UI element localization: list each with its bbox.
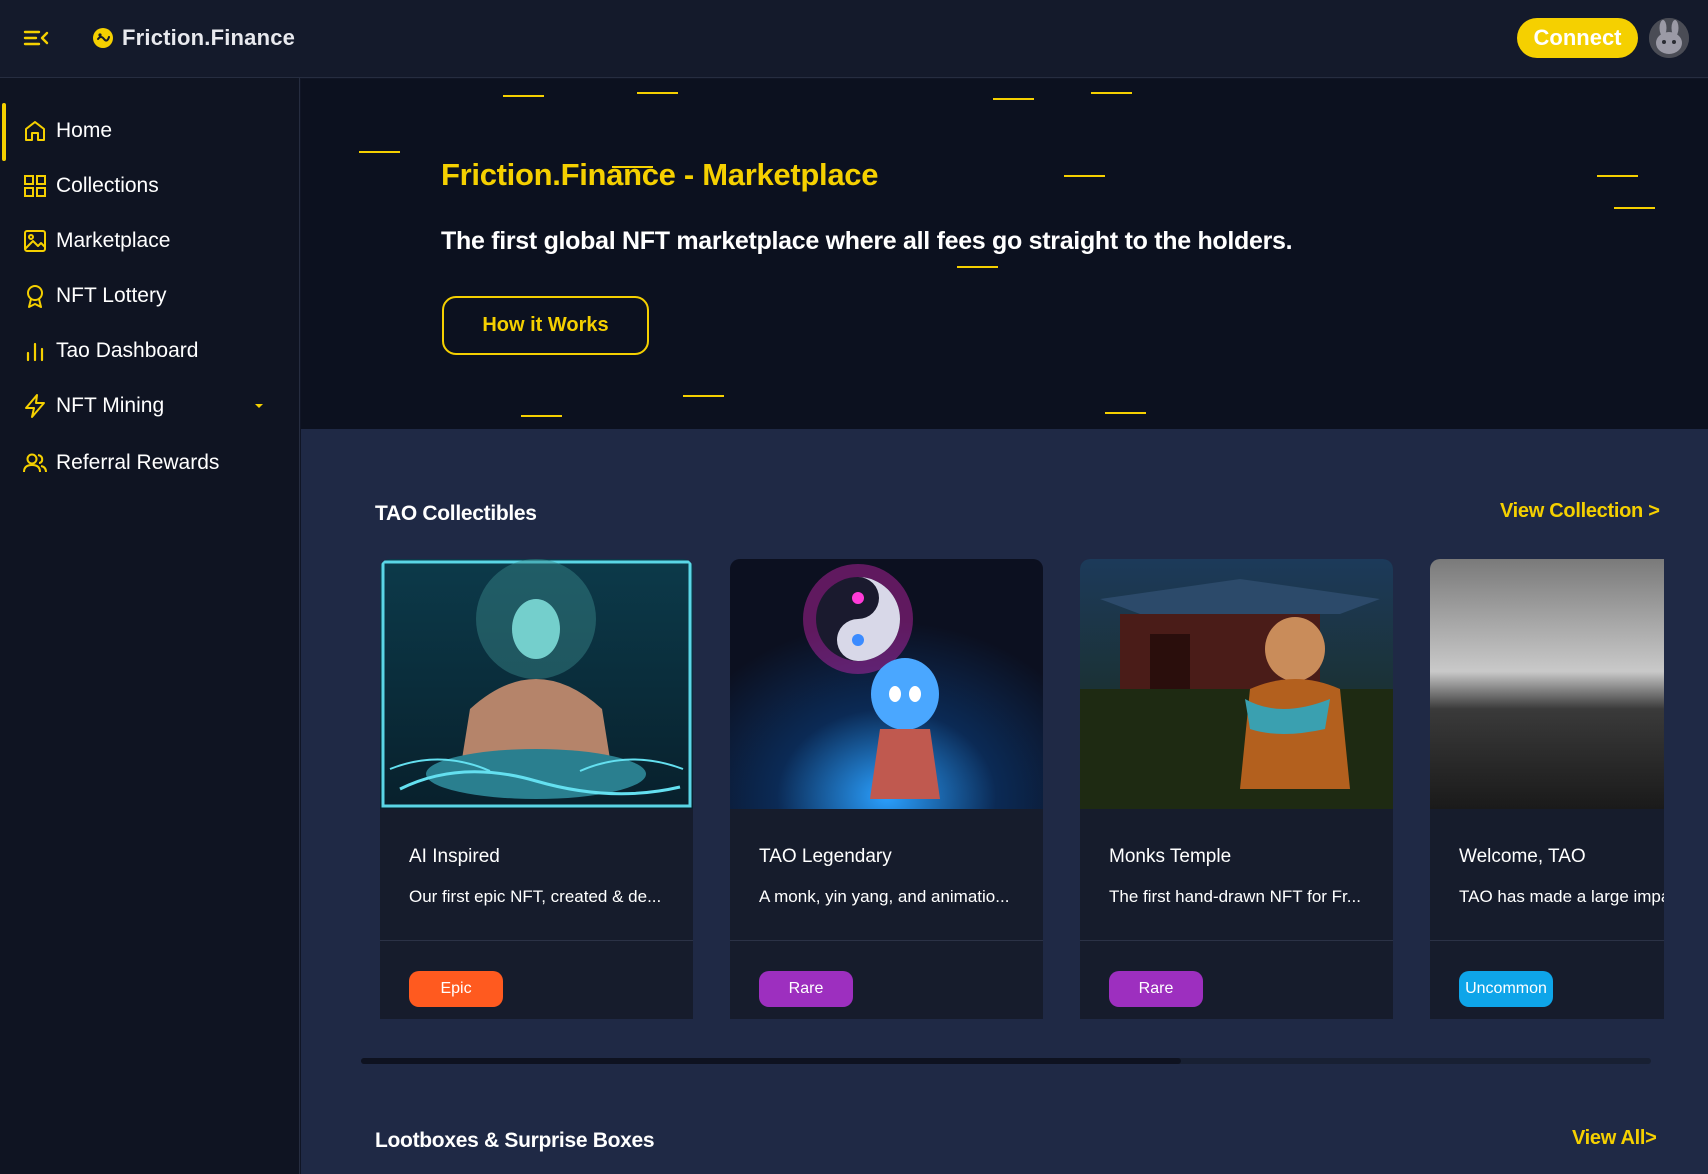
nft-image	[1430, 559, 1664, 809]
sidebar-item-nft-lottery[interactable]: NFT Lottery	[0, 268, 300, 324]
card-divider	[1080, 940, 1393, 941]
decorative-dash	[993, 98, 1034, 100]
nft-card-welcome-tao[interactable]: Welcome, TAO TAO has made a large impa U…	[1430, 559, 1664, 1019]
decorative-dash	[521, 415, 562, 417]
sidebar-item-label: NFT Lottery	[56, 284, 167, 307]
bar-chart-icon	[26, 342, 44, 362]
nft-card-description: The first hand-drawn NFT for Fr...	[1109, 887, 1361, 906]
rarity-badge: Rare	[759, 971, 853, 1007]
brand-logo-icon	[93, 28, 113, 48]
brand[interactable]: Friction.Finance	[92, 22, 295, 54]
sidebar: Home Collections Marketplace NFT Lottery	[0, 78, 300, 1174]
lightning-icon	[25, 394, 45, 418]
decorative-dash	[1105, 412, 1146, 414]
avatar[interactable]	[1649, 18, 1689, 58]
decorative-dash	[637, 92, 678, 94]
card-divider	[380, 940, 693, 941]
rarity-badge: Rare	[1109, 971, 1203, 1007]
carousel-scrollbar[interactable]	[361, 1058, 1651, 1064]
decorative-dash	[503, 95, 544, 97]
sidebar-item-tao-dashboard[interactable]: Tao Dashboard	[0, 323, 300, 379]
sidebar-item-nft-mining[interactable]: NFT Mining	[0, 378, 300, 434]
hero-banner: Friction.Finance - Marketplace The first…	[301, 79, 1708, 429]
sidebar-item-label: Tao Dashboard	[56, 339, 199, 362]
decorative-dash	[1614, 207, 1655, 209]
image-icon	[24, 230, 46, 252]
nft-card-name: Monks Temple	[1109, 846, 1232, 867]
decorative-dash	[1064, 175, 1105, 177]
award-icon	[27, 285, 43, 308]
card-divider	[730, 940, 1043, 941]
nft-image	[1080, 559, 1393, 809]
nft-card-tao-legendary[interactable]: TAO Legendary A monk, yin yang, and anim…	[730, 559, 1043, 1019]
top-bar: Friction.Finance Connect	[0, 0, 1708, 78]
nft-card-name: Welcome, TAO	[1459, 846, 1586, 867]
view-collection-link[interactable]: View Collection >	[1500, 500, 1660, 523]
decorative-dash	[1091, 92, 1132, 94]
chevron-down-icon[interactable]	[253, 402, 265, 410]
view-all-link[interactable]: View All>	[1572, 1127, 1657, 1150]
sidebar-item-label: Referral Rewards	[56, 451, 220, 474]
sidebar-item-marketplace[interactable]: Marketplace	[0, 213, 300, 269]
nft-image	[380, 559, 693, 809]
sidebar-item-label: Marketplace	[56, 229, 171, 252]
nft-card-description: TAO has made a large impa	[1459, 887, 1664, 906]
nft-card-name: AI Inspired	[409, 846, 500, 867]
brand-name: Friction.Finance	[122, 25, 296, 50]
card-divider	[1430, 940, 1664, 941]
sidebar-item-label: Collections	[56, 174, 159, 197]
nft-card-ai-inspired[interactable]: AI Inspired Our first epic NFT, created …	[380, 559, 693, 1019]
how-it-works-button[interactable]: How it Works	[442, 296, 649, 355]
sidebar-item-label: Home	[56, 119, 113, 142]
bunny-avatar-icon	[1649, 18, 1689, 58]
section-title-tao-collectibles: TAO Collectibles	[375, 502, 537, 525]
sidebar-item-label: NFT Mining	[56, 394, 165, 417]
nft-card-name: TAO Legendary	[759, 846, 892, 867]
hero-subtitle: The first global NFT marketplace where a…	[441, 227, 1293, 255]
menu-collapse-icon[interactable]	[22, 24, 50, 52]
nft-card-description: Our first epic NFT, created & de...	[409, 887, 662, 906]
home-icon	[25, 121, 45, 141]
rarity-badge: Uncommon	[1459, 971, 1553, 1007]
decorative-dash	[359, 151, 400, 153]
sidebar-item-home[interactable]: Home	[0, 103, 300, 161]
decorative-dash	[683, 395, 724, 397]
users-icon	[23, 453, 47, 473]
nft-card-description: A monk, yin yang, and animatio...	[759, 887, 1010, 906]
carousel-scrollbar-thumb[interactable]	[361, 1058, 1181, 1064]
hero-title: Friction.Finance - Marketplace	[441, 157, 879, 192]
main-content: TAO Collectibles View Collection > AI In…	[301, 429, 1708, 1174]
rarity-badge: Epic	[409, 971, 503, 1007]
nft-image	[730, 559, 1043, 809]
nft-card-monks-temple[interactable]: Monks Temple The first hand-drawn NFT fo…	[1080, 559, 1393, 1019]
sidebar-item-referral-rewards[interactable]: Referral Rewards	[0, 435, 300, 491]
section-title-lootboxes: Lootboxes & Surprise Boxes	[375, 1129, 655, 1152]
decorative-dash	[1597, 175, 1638, 177]
sidebar-item-collections[interactable]: Collections	[0, 158, 300, 214]
connect-wallet-button[interactable]: Connect	[1517, 18, 1638, 58]
grid-icon	[24, 175, 46, 197]
decorative-dash	[957, 266, 998, 268]
collectibles-carousel[interactable]: AI Inspired Our first epic NFT, created …	[375, 559, 1664, 1019]
